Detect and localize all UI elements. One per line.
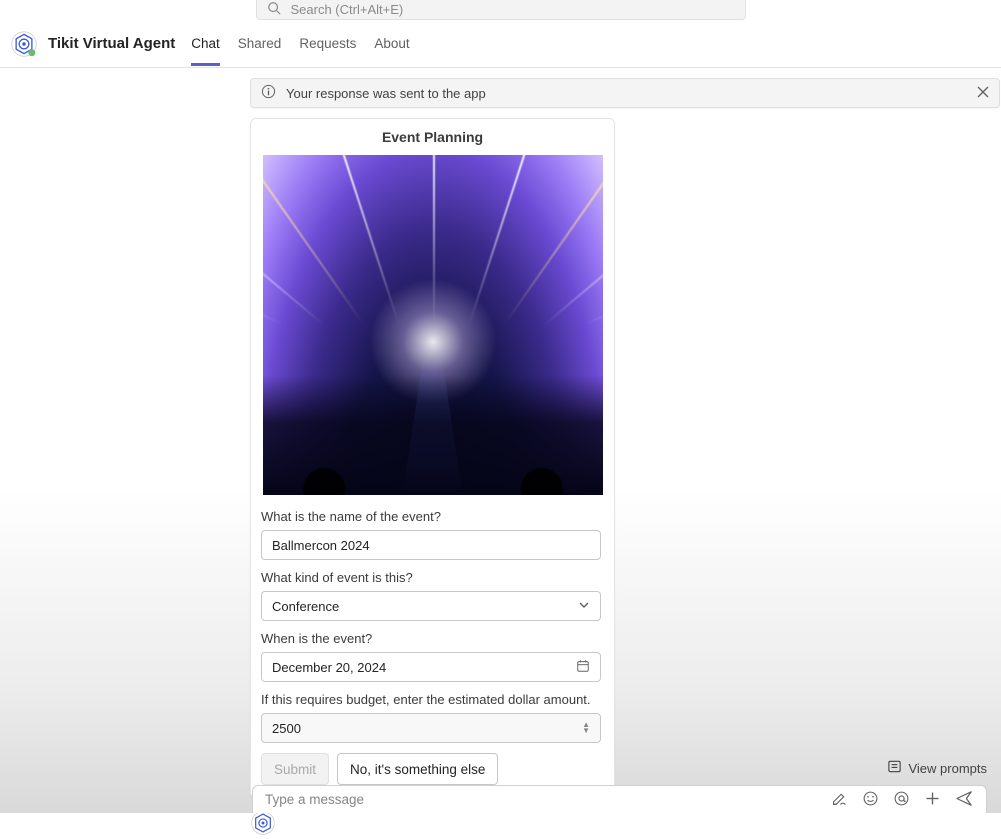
event-name-value: Ballmercon 2024: [272, 538, 370, 553]
bot-avatar: [250, 810, 276, 836]
card-title: Event Planning: [261, 129, 604, 145]
chevron-down-icon: [578, 599, 590, 614]
adaptive-card: Event Planning What is the name of the e…: [250, 118, 615, 798]
event-date-value: December 20, 2024: [272, 660, 386, 675]
notification-text: Your response was sent to the app: [286, 86, 486, 101]
event-kind-select[interactable]: Conference: [261, 591, 601, 621]
card-actions: Submit No, it's something else: [261, 753, 604, 785]
event-kind-value: Conference: [272, 599, 339, 614]
event-budget-input[interactable]: 2500 ▲▼: [261, 713, 601, 743]
card-image: [263, 155, 603, 495]
send-icon[interactable]: [955, 789, 974, 811]
mention-icon[interactable]: [893, 790, 910, 810]
app-title: Tikit Virtual Agent: [48, 35, 175, 52]
view-prompts-button[interactable]: View prompts: [887, 759, 987, 777]
tab-requests[interactable]: Requests: [299, 22, 356, 66]
event-name-label: What is the name of the event?: [261, 509, 604, 524]
tab-about[interactable]: About: [374, 22, 409, 66]
number-stepper-icon[interactable]: ▲▼: [582, 722, 590, 734]
search-box[interactable]: Search (Ctrl+Alt+E): [256, 0, 746, 20]
calendar-icon: [576, 659, 590, 676]
search-icon: [267, 1, 281, 18]
tab-chat[interactable]: Chat: [191, 22, 220, 66]
emoji-icon[interactable]: [862, 790, 879, 810]
prompts-icon: [887, 759, 902, 777]
plus-icon[interactable]: [924, 790, 941, 810]
info-icon: [261, 84, 276, 102]
view-prompts-label: View prompts: [908, 761, 987, 776]
bot-avatar-row: [250, 810, 1000, 836]
edit-icon[interactable]: [831, 790, 848, 810]
tab-shared[interactable]: Shared: [238, 22, 282, 66]
event-date-label: When is the event?: [261, 631, 604, 646]
event-name-input[interactable]: Ballmercon 2024: [261, 530, 601, 560]
submit-button: Submit: [261, 753, 329, 785]
compose-box[interactable]: Type a message: [252, 785, 987, 813]
notification-bar: Your response was sent to the app: [250, 78, 1000, 108]
search-placeholder: Search (Ctrl+Alt+E): [291, 2, 404, 17]
main-column: Your response was sent to the app Event …: [250, 68, 1000, 836]
something-else-button[interactable]: No, it's something else: [337, 753, 498, 785]
event-budget-label: If this requires budget, enter the estim…: [261, 692, 604, 707]
event-kind-label: What kind of event is this?: [261, 570, 604, 585]
event-budget-value: 2500: [272, 721, 301, 736]
event-date-input[interactable]: December 20, 2024: [261, 652, 601, 682]
app-header: Tikit Virtual Agent Chat Shared Requests…: [0, 20, 1001, 68]
close-icon[interactable]: [977, 86, 989, 101]
app-logo: [10, 30, 38, 58]
compose-actions: [831, 789, 974, 811]
compose-placeholder: Type a message: [265, 792, 823, 807]
tabs: Chat Shared Requests About: [191, 22, 409, 66]
